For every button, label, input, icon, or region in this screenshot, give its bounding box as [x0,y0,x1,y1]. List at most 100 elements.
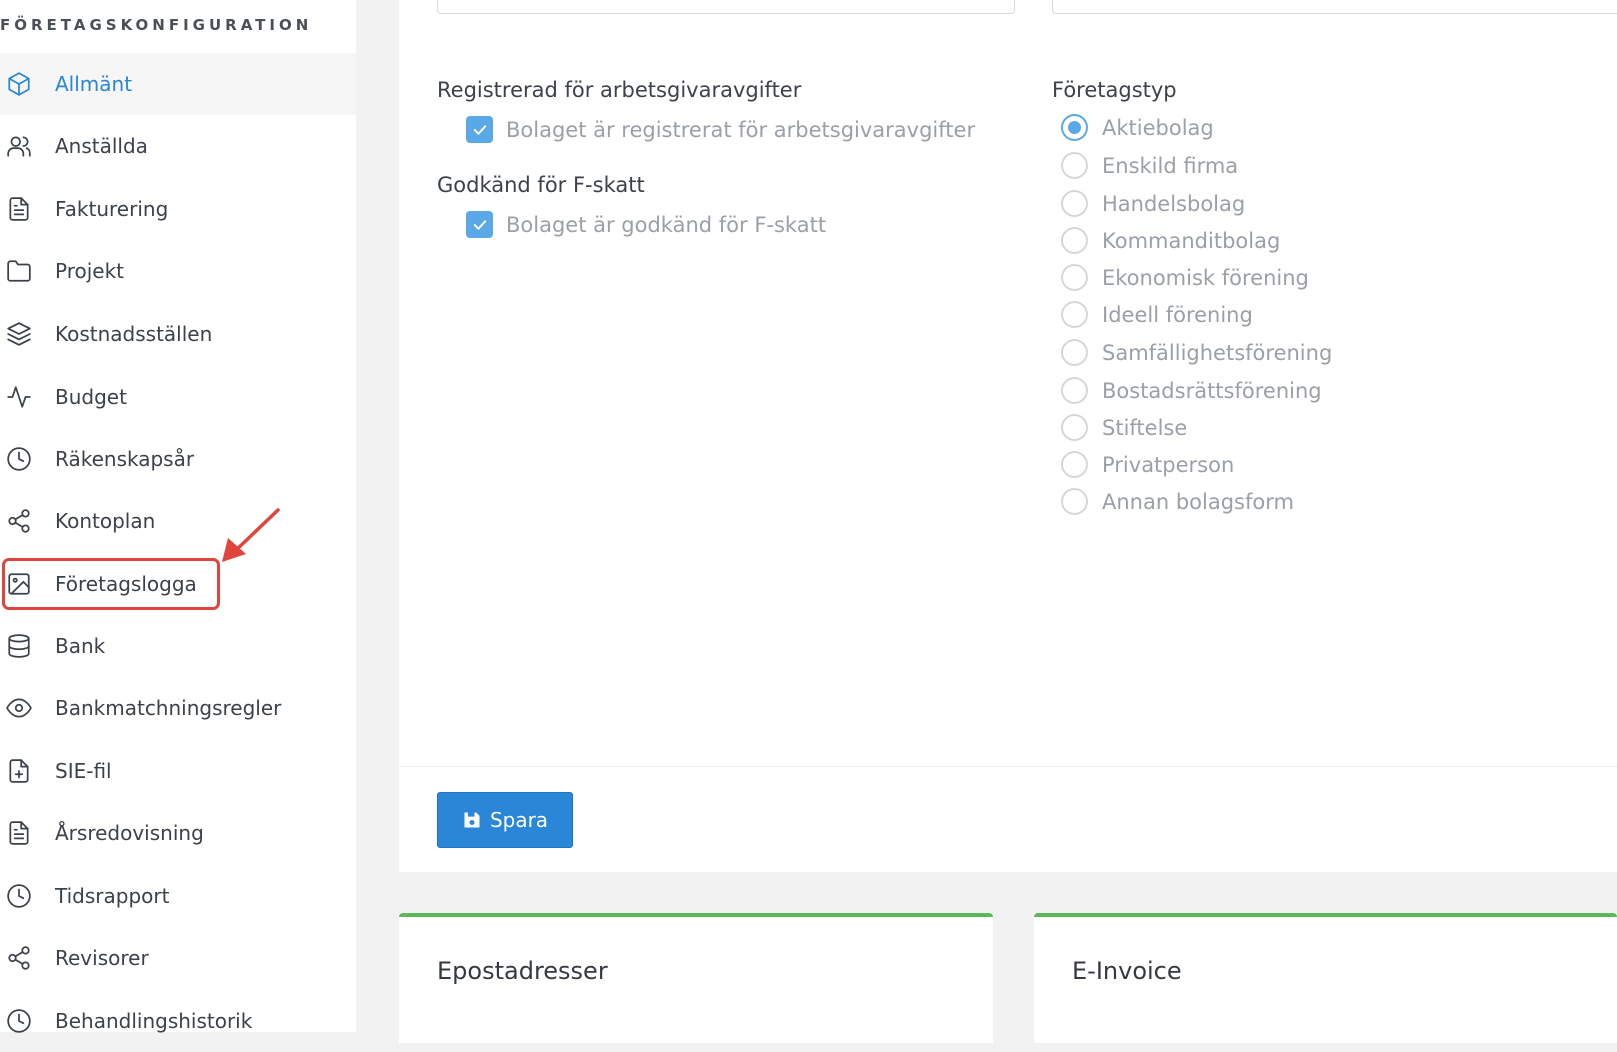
sidebar-item-budget[interactable]: Budget [0,366,356,428]
sidebar: FÖRETAGSKONFIGURATION Allmänt Anställda … [0,0,356,1033]
sidebar-item-arsredovisning[interactable]: Årsredovisning [0,802,356,864]
email-addresses-title: Epostadresser [437,957,608,985]
radio-label: Aktiebolag [1102,115,1214,140]
sidebar-item-label: Anställda [55,134,148,158]
radio-label: Handelsbolag [1102,191,1246,216]
radio-button[interactable] [1061,264,1088,291]
sidebar-item-label: Revisorer [55,946,149,970]
sidebar-item-kontoplan[interactable]: Kontoplan [0,490,356,552]
sidebar-item-projekt[interactable]: Projekt [0,240,356,302]
file-text-icon [6,820,32,846]
clock-icon [6,883,32,909]
clock-icon [6,446,32,472]
sidebar-item-rakenskapsar[interactable]: Räkenskapsår [0,428,356,490]
radio-label: Kommanditbolag [1102,228,1281,253]
activity-icon [6,384,32,410]
sidebar-item-label: Räkenskapsår [55,447,195,471]
f-tax-label: Godkänd för F-skatt [437,173,645,197]
company-type-option[interactable]: Ideell förening [1061,301,1253,328]
save-button-label: Spara [489,808,549,832]
radio-label: Ekonomisk förening [1102,265,1309,290]
f-tax-checkbox[interactable] [466,211,493,238]
company-type-option[interactable]: Samfällighetsförening [1061,339,1332,366]
company-type-option[interactable]: Privatperson [1061,451,1234,478]
company-type-option[interactable]: Handelsbolag [1061,190,1245,217]
sidebar-item-bank[interactable]: Bank [0,615,356,677]
sidebar-item-label: Årsredovisning [55,821,204,845]
sidebar-item-label: Behandlingshistorik [55,1009,253,1033]
layers-icon [6,321,32,347]
employer-fee-label: Registrerad för arbetsgivaravgifter [437,78,802,102]
sidebar-item-anstallda[interactable]: Anställda [0,115,356,177]
radio-label: Stiftelse [1102,415,1188,440]
employer-fee-checkbox[interactable] [466,116,493,143]
radio-button[interactable] [1061,227,1088,254]
cube-icon [6,71,32,97]
radio-label: Samfällighetsförening [1102,340,1333,365]
radio-button[interactable] [1061,190,1088,217]
top-input-left[interactable] [437,0,1015,14]
radio-button[interactable] [1061,451,1088,478]
floppy-disk-icon [464,812,480,828]
sidebar-item-allmant[interactable]: Allmänt [0,53,356,115]
company-type-option[interactable]: Stiftelse [1061,414,1187,441]
sidebar-item-label: SIE-fil [55,759,112,783]
sidebar-item-behandlingshistorik[interactable]: Behandlingshistorik [0,990,356,1052]
e-invoice-title: E-Invoice [1072,957,1182,985]
sidebar-item-tidsrapport[interactable]: Tidsrapport [0,865,356,927]
radio-button[interactable] [1061,114,1088,141]
check-icon [473,124,486,135]
folder-icon [6,258,32,284]
sidebar-item-label: Allmänt [55,72,133,96]
radio-label: Bostadsrättsförening [1102,378,1322,403]
sidebar-item-bankmatchningsregler[interactable]: Bankmatchningsregler [0,677,356,739]
users-icon [6,133,32,159]
sidebar-item-label: Budget [55,385,127,409]
card-footer-divider [399,766,1617,767]
sidebar-heading: FÖRETAGSKONFIGURATION [0,16,313,34]
f-tax-checkbox-row[interactable]: Bolaget är godkänd för F-skatt [466,211,826,238]
sidebar-item-label: Projekt [55,259,125,283]
top-input-right[interactable] [1052,0,1617,14]
sidebar-item-label: Kontoplan [55,509,156,533]
company-type-option[interactable]: Ekonomisk förening [1061,264,1309,291]
sidebar-item-kostnadsstallen[interactable]: Kostnadsställen [0,303,356,365]
email-addresses-card: Epostadresser [399,913,993,1043]
company-type-option[interactable]: Annan bolagsform [1061,488,1294,515]
sidebar-item-label: Fakturering [55,197,169,221]
sidebar-item-label: Bankmatchningsregler [55,696,282,720]
sidebar-item-sie-fil[interactable]: SIE-fil [0,740,356,802]
employer-fee-checkbox-row[interactable]: Bolaget är registrerat för arbetsgivarav… [466,116,975,143]
sidebar-item-label: Bank [55,634,106,658]
radio-button[interactable] [1061,377,1088,404]
annotation-arrow-icon [222,508,280,562]
sidebar-item-fakturering[interactable]: Fakturering [0,178,356,240]
company-type-option[interactable]: Enskild firma [1061,152,1238,179]
employer-fee-checkbox-label: Bolaget är registrerat för arbetsgivarav… [506,117,976,142]
company-type-option[interactable]: Kommanditbolag [1061,227,1280,254]
file-plus-icon [6,758,32,784]
radio-label: Annan bolagsform [1102,489,1294,514]
file-text-icon [6,196,32,222]
radio-button[interactable] [1061,339,1088,366]
sidebar-item-revisorer[interactable]: Revisorer [0,927,356,989]
eye-icon [6,695,32,721]
radio-button[interactable] [1061,414,1088,441]
company-type-option[interactable]: Aktiebolag [1061,114,1214,141]
save-button[interactable]: Spara [437,792,573,848]
radio-button[interactable] [1061,488,1088,515]
radio-button[interactable] [1061,301,1088,328]
check-icon [473,219,486,230]
radio-button[interactable] [1061,152,1088,179]
share-icon [6,945,32,971]
company-type-option[interactable]: Bostadsrättsförening [1061,377,1322,404]
highlight-annotation-box [2,558,220,610]
database-icon [6,633,32,659]
clock-icon [6,1008,32,1034]
sidebar-item-label: Kostnadsställen [55,322,213,346]
radio-label: Privatperson [1102,452,1235,477]
radio-label: Ideell förening [1102,302,1253,327]
e-invoice-card: E-Invoice [1034,913,1617,1043]
sidebar-item-label: Tidsrapport [55,884,170,908]
share-icon [6,508,32,534]
